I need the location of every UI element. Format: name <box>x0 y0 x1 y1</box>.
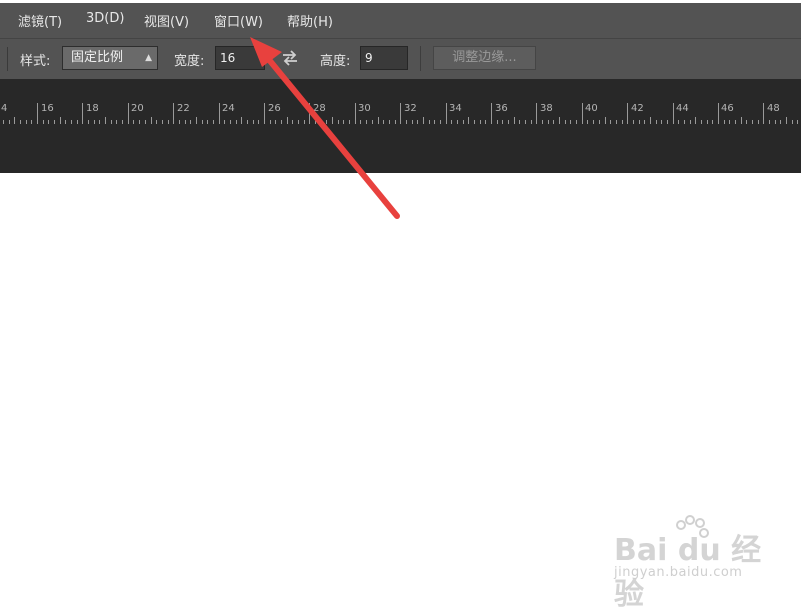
ruler-label: 32 <box>404 103 417 114</box>
horizontal-ruler[interactable]: 4 16 18 20 22 24 26 28 30 32 34 36 38 40… <box>0 79 801 124</box>
ruler-label: 18 <box>86 103 99 114</box>
ruler-label: 34 <box>449 103 462 114</box>
toolbar-separator <box>420 46 421 71</box>
menu-window[interactable]: 窗口(W) <box>214 11 263 30</box>
watermark-url: jingyan.baidu.com <box>614 565 743 580</box>
menu-view[interactable]: 视图(V) <box>144 11 189 30</box>
style-label: 样式: <box>20 54 51 69</box>
ruler-ticks <box>3 103 798 124</box>
ruler-label: 16 <box>41 103 54 114</box>
ruler-label: 24 <box>222 103 235 114</box>
ruler-label: 40 <box>585 103 598 114</box>
ruler-label: 46 <box>721 103 734 114</box>
ruler-label: 26 <box>268 103 281 114</box>
ruler-label: 48 <box>767 103 780 114</box>
updown-chevron-icon: ▲ <box>145 53 152 63</box>
ruler-label: 44 <box>676 103 689 114</box>
menu-3d[interactable]: 3D(D) <box>86 11 124 26</box>
menu-help[interactable]: 帮助(H) <box>287 11 333 30</box>
menu-filter[interactable]: 滤镜(T) <box>18 11 62 30</box>
width-input[interactable]: 16 <box>215 46 265 70</box>
refine-edge-button[interactable]: 调整边缘... <box>433 46 536 70</box>
options-bar-grip[interactable] <box>7 47 8 71</box>
style-select-value: 固定比例 <box>71 50 124 65</box>
options-bar: 样式: 固定比例 ▲ 宽度: 16 高度: 9 调整边缘... <box>0 38 801 79</box>
baidu-watermark: Bai du 经验 jingyan.baidu.com <box>612 515 782 612</box>
menu-bar: 滤镜(T) 3D(D) 视图(V) 窗口(W) 帮助(H) <box>0 0 801 38</box>
ruler-label: 38 <box>540 103 553 114</box>
width-label: 宽度: <box>174 54 205 69</box>
ruler-label: 20 <box>131 103 144 114</box>
ruler-label: 22 <box>177 103 190 114</box>
ruler-label: 4 <box>1 103 8 114</box>
style-select[interactable]: 固定比例 ▲ <box>62 46 158 70</box>
document-canvas-area[interactable] <box>0 124 801 173</box>
ruler-label: 36 <box>495 103 508 114</box>
ruler-label: 28 <box>313 103 326 114</box>
height-label: 高度: <box>320 54 351 69</box>
ruler-label: 42 <box>631 103 644 114</box>
height-input[interactable]: 9 <box>360 46 408 70</box>
swap-arrows-icon[interactable] <box>280 47 300 69</box>
ruler-label: 30 <box>358 103 371 114</box>
